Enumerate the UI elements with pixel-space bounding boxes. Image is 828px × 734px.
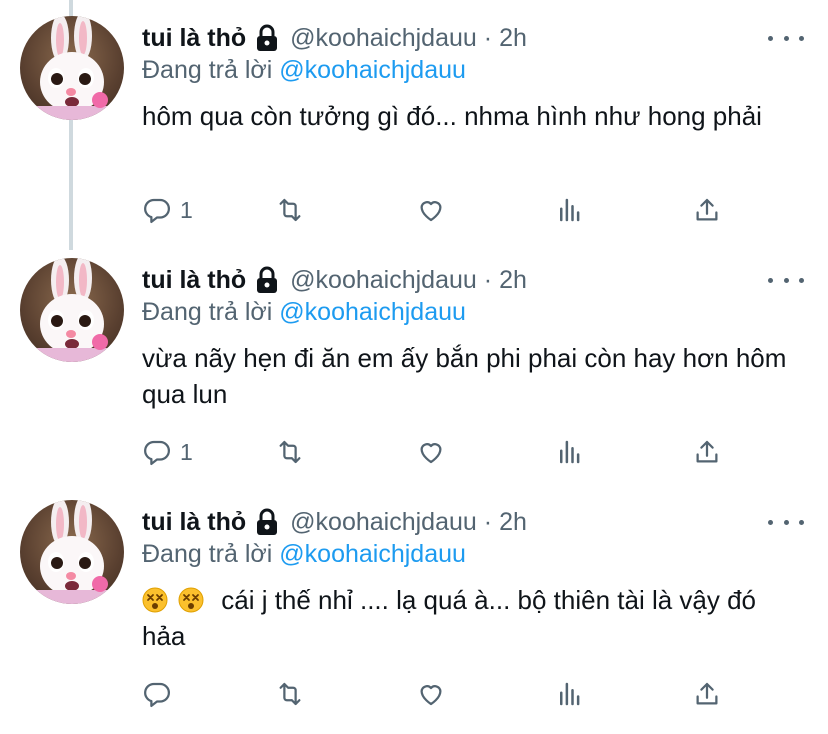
share-icon (696, 198, 718, 221)
tweet-header: tui là thỏ @koohaichjdauu · 2h (142, 262, 527, 298)
stats-icon (560, 440, 580, 464)
lock-icon (254, 266, 280, 294)
share-button[interactable] (692, 674, 722, 714)
display-name[interactable]: tui là thỏ (142, 508, 246, 537)
separator-dot: · (483, 507, 493, 536)
user-handle[interactable]: @koohaichjdauu (290, 508, 477, 537)
separator-dot: · (483, 265, 493, 294)
reply-button[interactable] (142, 674, 180, 714)
share-button[interactable] (692, 190, 722, 230)
tweet-header: tui là thỏ @koohaichjdauu · 2h (142, 20, 527, 56)
timestamp[interactable]: 2h (499, 266, 527, 295)
retweet-button[interactable] (275, 190, 305, 230)
share-icon (696, 682, 718, 705)
reply-button[interactable]: 1 (142, 190, 193, 230)
reply-icon (144, 440, 170, 465)
user-handle[interactable]: @koohaichjdauu (290, 266, 477, 295)
replying-mention[interactable]: @koohaichjdauu (279, 298, 466, 326)
replying-mention[interactable]: @koohaichjdauu (279, 540, 466, 568)
like-button[interactable] (416, 674, 446, 714)
replying-mention[interactable]: @koohaichjdauu (279, 56, 466, 84)
like-icon (420, 443, 442, 464)
timestamp[interactable]: 2h (499, 508, 527, 537)
reply-icon (144, 198, 170, 223)
tweet-header: tui là thỏ @koohaichjdauu · 2h (142, 504, 527, 540)
separator-dot: · (483, 23, 493, 52)
dizzy-face-emoji (142, 586, 168, 613)
retweet-icon (279, 440, 301, 464)
share-button[interactable] (692, 432, 722, 472)
timestamp[interactable]: 2h (499, 24, 527, 53)
tweet-actions (142, 674, 742, 714)
tweet-text: hôm qua còn tưởng gì đó... nhma hình như… (142, 101, 762, 131)
lock-icon (254, 508, 280, 536)
stats-icon (560, 682, 580, 706)
avatar[interactable] (20, 500, 124, 604)
tweet-text: cái j thế nhỉ .... lạ quá à... bộ thiên … (142, 582, 802, 654)
reply-count: 1 (180, 196, 193, 223)
tweet[interactable]: tui là thỏ @koohaichjdauu · 2h Đang trả … (0, 0, 828, 242)
tweet-text-body: cái j thế nhỉ .... lạ quá à... bộ thiên … (142, 585, 757, 651)
dizzy-face-emoji (178, 586, 204, 613)
reply-icon (144, 682, 170, 707)
more-icon[interactable] (768, 268, 804, 292)
tweet[interactable]: tui là thỏ @koohaichjdauu · 2h Đang trả … (0, 484, 828, 726)
lock-icon (254, 24, 280, 52)
user-handle[interactable]: @koohaichjdauu (290, 24, 477, 53)
replying-to: Đang trả lời @koohaichjdauu (142, 56, 466, 85)
replying-to: Đang trả lời @koohaichjdauu (142, 298, 466, 327)
stats-button[interactable] (555, 674, 585, 714)
retweet-button[interactable] (275, 432, 305, 472)
share-icon (696, 440, 718, 463)
display-name[interactable]: tui là thỏ (142, 266, 246, 295)
like-button[interactable] (416, 190, 446, 230)
replying-label: Đang trả lời (142, 540, 273, 568)
stats-button[interactable] (555, 432, 585, 472)
stats-icon (560, 198, 580, 222)
more-icon[interactable] (768, 26, 804, 50)
like-icon (420, 685, 442, 706)
tweet-actions: 1 (142, 432, 742, 472)
tweet-actions: 1 (142, 190, 742, 230)
reply-button[interactable]: 1 (142, 432, 193, 472)
stats-button[interactable] (555, 190, 585, 230)
avatar[interactable] (20, 258, 124, 362)
replying-label: Đang trả lời (142, 56, 273, 84)
reply-thread: tui là thỏ @koohaichjdauu · 2h Đang trả … (0, 0, 828, 734)
like-icon (420, 201, 442, 222)
tweet-text: vừa nãy hẹn đi ăn em ấy bắn phi phai còn… (142, 343, 787, 409)
avatar[interactable] (20, 16, 124, 120)
reply-count: 1 (180, 438, 193, 465)
retweet-icon (279, 198, 301, 222)
display-name[interactable]: tui là thỏ (142, 24, 246, 53)
retweet-button[interactable] (275, 674, 305, 714)
tweet[interactable]: tui là thỏ @koohaichjdauu · 2h Đang trả … (0, 242, 828, 484)
like-button[interactable] (416, 432, 446, 472)
replying-label: Đang trả lời (142, 298, 273, 326)
retweet-icon (279, 682, 301, 706)
replying-to: Đang trả lời @koohaichjdauu (142, 540, 466, 569)
more-icon[interactable] (768, 510, 804, 534)
